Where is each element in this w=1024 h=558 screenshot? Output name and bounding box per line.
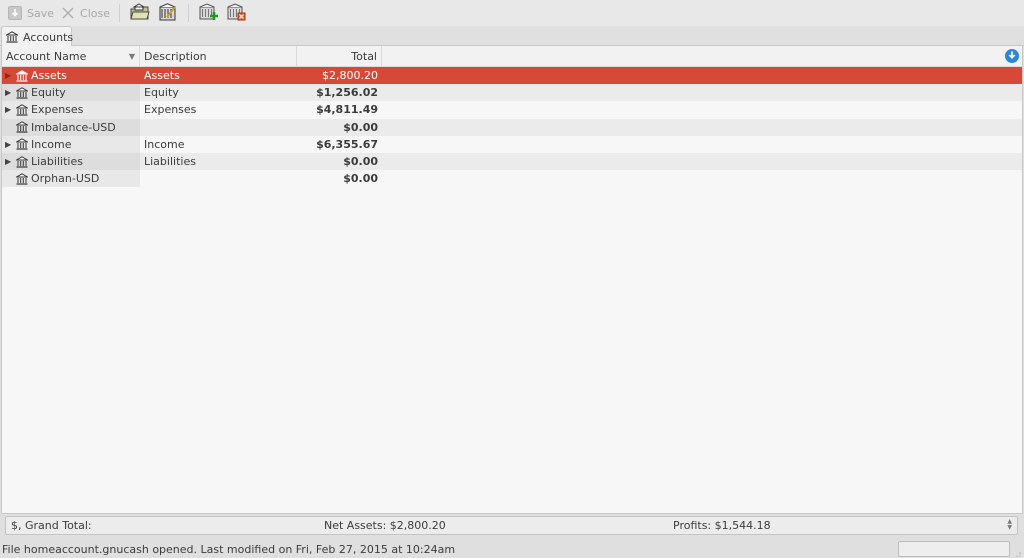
spin-down-icon: ▼ <box>1007 524 1012 531</box>
toolbar-separator <box>118 4 120 22</box>
table-row[interactable]: ▶ Assets Assets $2,800.20 <box>2 67 1022 85</box>
delete-account-button[interactable] <box>226 2 248 24</box>
expand-arrow-icon[interactable]: ▶ <box>5 157 15 166</box>
status-bar: File homeaccount.gnucash opened. Last mo… <box>0 540 1024 558</box>
column-header-description[interactable]: Description <box>140 45 297 67</box>
description-cell <box>140 119 297 136</box>
open-file-button[interactable] <box>129 2 151 24</box>
table-row[interactable]: ▶ Liabilities Liabilities $0.00 <box>2 152 1022 171</box>
expand-arrow-icon[interactable]: ▶ <box>5 105 15 114</box>
edit-account-button[interactable] <box>157 2 179 24</box>
account-name-cell: ▶ Liabilities <box>2 152 140 171</box>
description-cell: Equity <box>144 86 179 100</box>
arrow-down-circle-icon <box>1007 50 1017 63</box>
accounts-tree: Account Name ▼ Description Total ▶ Asset… <box>1 45 1023 514</box>
profits-value: Profits: $1,544.18 <box>673 519 771 532</box>
currency-selector-spinner[interactable]: ▲ ▼ <box>1007 519 1012 531</box>
bank-icon <box>16 172 28 185</box>
column-selector-button[interactable] <box>1005 49 1019 63</box>
description-cell: Liabilities <box>144 155 196 169</box>
close-label: Close <box>80 6 110 20</box>
account-name: Income <box>31 137 72 151</box>
toolbar: Save Close <box>0 0 1024 26</box>
edit-account-icon <box>159 2 177 24</box>
description-cell: Expenses <box>144 103 197 117</box>
new-account-button[interactable] <box>198 2 220 24</box>
expand-arrow-icon[interactable]: ▶ <box>5 140 15 149</box>
bank-icon <box>16 155 28 168</box>
bank-icon <box>16 69 28 82</box>
total-cell: $4,811.49 <box>316 103 378 117</box>
expand-arrow-icon[interactable]: ▶ <box>5 71 15 80</box>
close-icon <box>60 5 76 21</box>
table-row[interactable]: ▶ Expenses Expenses $4,811.49 <box>2 101 1022 119</box>
total-cell: $2,800.20 <box>322 69 378 83</box>
column-header-total[interactable]: Total <box>297 45 382 67</box>
account-name: Expenses <box>31 103 84 117</box>
account-rows: ▶ Assets Assets $2,800.20 ▶ Equity Equit… <box>2 67 1022 188</box>
account-name-cell: ▶ Expenses <box>2 101 140 119</box>
status-message: File homeaccount.gnucash opened. Last mo… <box>2 542 456 556</box>
save-icon <box>7 5 23 21</box>
column-header-account-name[interactable]: Account Name ▼ <box>2 45 140 67</box>
resize-grip-icon[interactable] <box>1014 548 1022 557</box>
account-name-cell: Orphan-USD <box>2 170 140 188</box>
account-name-cell: ▶ Income <box>2 135 140 153</box>
toolbar-separator <box>187 4 189 22</box>
description-cell: Assets <box>144 69 180 83</box>
expand-arrow-icon[interactable]: ▶ <box>5 88 15 97</box>
bank-icon <box>16 121 28 133</box>
account-name-cell: ▶ Equity <box>2 84 140 102</box>
column-header-row: Account Name ▼ Description Total <box>2 45 1022 67</box>
column-header-filler <box>382 46 1022 67</box>
open-file-icon <box>130 2 150 24</box>
close-button[interactable]: Close <box>57 2 113 24</box>
total-cell: $1,256.02 <box>316 86 378 100</box>
total-cell: $0.00 <box>343 120 378 134</box>
tab-bar: Accounts <box>0 26 1024 47</box>
account-name: Orphan-USD <box>31 172 100 186</box>
tab-label: Accounts <box>23 30 74 44</box>
table-row[interactable]: ▶ Income Income $6,355.67 <box>2 135 1022 153</box>
progress-bar <box>898 541 1010 557</box>
account-name: Equity <box>31 86 66 100</box>
save-button[interactable]: Save <box>4 2 57 24</box>
account-name: Imbalance-USD <box>31 120 116 134</box>
delete-account-icon <box>227 2 247 24</box>
tab-accounts[interactable]: Accounts <box>1 26 74 47</box>
total-cell: $6,355.67 <box>316 137 378 151</box>
description-cell <box>140 170 297 187</box>
table-row[interactable]: Orphan-USD $0.00 <box>2 170 1022 188</box>
column-label: Description <box>144 49 207 63</box>
description-cell: Income <box>144 137 185 151</box>
total-cell: $0.00 <box>343 172 378 186</box>
bank-icon <box>16 87 28 99</box>
new-account-icon <box>199 2 219 24</box>
grand-total-label: $, Grand Total: <box>11 519 92 532</box>
sort-descending-icon: ▼ <box>128 51 135 61</box>
save-label: Save <box>27 6 55 20</box>
table-row[interactable]: Imbalance-USD $0.00 <box>2 118 1022 136</box>
total-cell: $0.00 <box>343 155 378 169</box>
bank-icon <box>16 138 28 150</box>
table-row[interactable]: ▶ Equity Equity $1,256.02 <box>2 84 1022 102</box>
bank-icon <box>6 31 18 43</box>
column-label: Total <box>351 49 377 63</box>
account-name-cell: ▶ Assets <box>2 67 140 84</box>
account-name: Liabilities <box>31 155 83 169</box>
account-name-cell: Imbalance-USD <box>2 118 140 136</box>
account-name: Assets <box>31 69 67 83</box>
summary-bar[interactable]: $, Grand Total: Net Assets: $2,800.20 Pr… <box>5 516 1018 535</box>
column-label: Account Name <box>6 49 87 63</box>
net-assets-value: Net Assets: $2,800.20 <box>324 519 446 532</box>
bank-icon <box>16 104 28 116</box>
